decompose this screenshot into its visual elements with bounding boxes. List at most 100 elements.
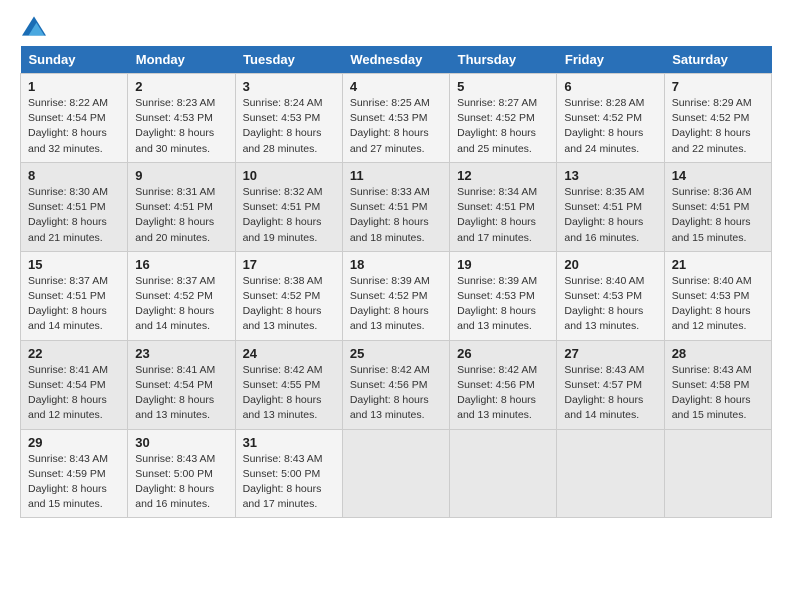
day-number: 19 — [457, 257, 549, 272]
calendar-week-2: 8 Sunrise: 8:30 AMSunset: 4:51 PMDayligh… — [21, 162, 772, 251]
day-header-thursday: Thursday — [450, 46, 557, 74]
day-detail: Sunrise: 8:43 AMSunset: 4:57 PMDaylight:… — [564, 363, 656, 424]
day-number: 16 — [135, 257, 227, 272]
calendar-cell — [557, 429, 664, 518]
day-header-monday: Monday — [128, 46, 235, 74]
day-detail: Sunrise: 8:38 AMSunset: 4:52 PMDaylight:… — [243, 274, 335, 335]
day-detail: Sunrise: 8:29 AMSunset: 4:52 PMDaylight:… — [672, 96, 764, 157]
logo — [20, 16, 46, 36]
day-detail: Sunrise: 8:42 AMSunset: 4:55 PMDaylight:… — [243, 363, 335, 424]
calendar-cell: 3 Sunrise: 8:24 AMSunset: 4:53 PMDayligh… — [235, 74, 342, 163]
day-detail: Sunrise: 8:41 AMSunset: 4:54 PMDaylight:… — [135, 363, 227, 424]
day-number: 24 — [243, 346, 335, 361]
calendar-cell: 11 Sunrise: 8:33 AMSunset: 4:51 PMDaylig… — [342, 162, 449, 251]
calendar-cell: 20 Sunrise: 8:40 AMSunset: 4:53 PMDaylig… — [557, 251, 664, 340]
day-number: 7 — [672, 79, 764, 94]
day-detail: Sunrise: 8:28 AMSunset: 4:52 PMDaylight:… — [564, 96, 656, 157]
day-detail: Sunrise: 8:40 AMSunset: 4:53 PMDaylight:… — [672, 274, 764, 335]
day-detail: Sunrise: 8:39 AMSunset: 4:53 PMDaylight:… — [457, 274, 549, 335]
calendar-cell: 27 Sunrise: 8:43 AMSunset: 4:57 PMDaylig… — [557, 340, 664, 429]
day-number: 18 — [350, 257, 442, 272]
calendar-cell: 17 Sunrise: 8:38 AMSunset: 4:52 PMDaylig… — [235, 251, 342, 340]
day-detail: Sunrise: 8:35 AMSunset: 4:51 PMDaylight:… — [564, 185, 656, 246]
day-number: 17 — [243, 257, 335, 272]
day-number: 14 — [672, 168, 764, 183]
day-detail: Sunrise: 8:30 AMSunset: 4:51 PMDaylight:… — [28, 185, 120, 246]
day-detail: Sunrise: 8:37 AMSunset: 4:51 PMDaylight:… — [28, 274, 120, 335]
calendar-cell: 1 Sunrise: 8:22 AMSunset: 4:54 PMDayligh… — [21, 74, 128, 163]
day-number: 15 — [28, 257, 120, 272]
day-number: 26 — [457, 346, 549, 361]
day-number: 31 — [243, 435, 335, 450]
day-number: 30 — [135, 435, 227, 450]
day-number: 21 — [672, 257, 764, 272]
day-number: 6 — [564, 79, 656, 94]
calendar-cell: 25 Sunrise: 8:42 AMSunset: 4:56 PMDaylig… — [342, 340, 449, 429]
day-detail: Sunrise: 8:43 AMSunset: 4:58 PMDaylight:… — [672, 363, 764, 424]
day-number: 11 — [350, 168, 442, 183]
day-detail: Sunrise: 8:25 AMSunset: 4:53 PMDaylight:… — [350, 96, 442, 157]
calendar-cell: 5 Sunrise: 8:27 AMSunset: 4:52 PMDayligh… — [450, 74, 557, 163]
day-number: 1 — [28, 79, 120, 94]
calendar-cell: 22 Sunrise: 8:41 AMSunset: 4:54 PMDaylig… — [21, 340, 128, 429]
calendar-week-3: 15 Sunrise: 8:37 AMSunset: 4:51 PMDaylig… — [21, 251, 772, 340]
calendar-cell: 19 Sunrise: 8:39 AMSunset: 4:53 PMDaylig… — [450, 251, 557, 340]
day-number: 22 — [28, 346, 120, 361]
day-detail: Sunrise: 8:36 AMSunset: 4:51 PMDaylight:… — [672, 185, 764, 246]
calendar-table: SundayMondayTuesdayWednesdayThursdayFrid… — [20, 46, 772, 518]
calendar-cell: 30 Sunrise: 8:43 AMSunset: 5:00 PMDaylig… — [128, 429, 235, 518]
day-number: 29 — [28, 435, 120, 450]
day-number: 2 — [135, 79, 227, 94]
day-detail: Sunrise: 8:31 AMSunset: 4:51 PMDaylight:… — [135, 185, 227, 246]
calendar-week-5: 29 Sunrise: 8:43 AMSunset: 4:59 PMDaylig… — [21, 429, 772, 518]
calendar-cell: 7 Sunrise: 8:29 AMSunset: 4:52 PMDayligh… — [664, 74, 771, 163]
day-number: 20 — [564, 257, 656, 272]
calendar-cell: 18 Sunrise: 8:39 AMSunset: 4:52 PMDaylig… — [342, 251, 449, 340]
calendar-cell: 16 Sunrise: 8:37 AMSunset: 4:52 PMDaylig… — [128, 251, 235, 340]
calendar-week-1: 1 Sunrise: 8:22 AMSunset: 4:54 PMDayligh… — [21, 74, 772, 163]
day-number: 12 — [457, 168, 549, 183]
day-number: 10 — [243, 168, 335, 183]
day-header-friday: Friday — [557, 46, 664, 74]
day-detail: Sunrise: 8:43 AMSunset: 4:59 PMDaylight:… — [28, 452, 120, 513]
day-number: 5 — [457, 79, 549, 94]
day-detail: Sunrise: 8:32 AMSunset: 4:51 PMDaylight:… — [243, 185, 335, 246]
calendar-cell: 28 Sunrise: 8:43 AMSunset: 4:58 PMDaylig… — [664, 340, 771, 429]
calendar-cell: 21 Sunrise: 8:40 AMSunset: 4:53 PMDaylig… — [664, 251, 771, 340]
calendar-cell: 10 Sunrise: 8:32 AMSunset: 4:51 PMDaylig… — [235, 162, 342, 251]
day-header-wednesday: Wednesday — [342, 46, 449, 74]
day-detail: Sunrise: 8:23 AMSunset: 4:53 PMDaylight:… — [135, 96, 227, 157]
calendar-cell: 29 Sunrise: 8:43 AMSunset: 4:59 PMDaylig… — [21, 429, 128, 518]
calendar-cell — [664, 429, 771, 518]
day-detail: Sunrise: 8:42 AMSunset: 4:56 PMDaylight:… — [457, 363, 549, 424]
calendar-cell: 8 Sunrise: 8:30 AMSunset: 4:51 PMDayligh… — [21, 162, 128, 251]
day-header-saturday: Saturday — [664, 46, 771, 74]
day-detail: Sunrise: 8:33 AMSunset: 4:51 PMDaylight:… — [350, 185, 442, 246]
day-detail: Sunrise: 8:43 AMSunset: 5:00 PMDaylight:… — [135, 452, 227, 513]
calendar-cell: 13 Sunrise: 8:35 AMSunset: 4:51 PMDaylig… — [557, 162, 664, 251]
day-number: 8 — [28, 168, 120, 183]
calendar-cell — [450, 429, 557, 518]
day-detail: Sunrise: 8:37 AMSunset: 4:52 PMDaylight:… — [135, 274, 227, 335]
calendar-cell: 12 Sunrise: 8:34 AMSunset: 4:51 PMDaylig… — [450, 162, 557, 251]
day-detail: Sunrise: 8:41 AMSunset: 4:54 PMDaylight:… — [28, 363, 120, 424]
calendar-cell: 9 Sunrise: 8:31 AMSunset: 4:51 PMDayligh… — [128, 162, 235, 251]
day-detail: Sunrise: 8:24 AMSunset: 4:53 PMDaylight:… — [243, 96, 335, 157]
calendar-cell: 4 Sunrise: 8:25 AMSunset: 4:53 PMDayligh… — [342, 74, 449, 163]
day-header-sunday: Sunday — [21, 46, 128, 74]
day-number: 23 — [135, 346, 227, 361]
day-header-tuesday: Tuesday — [235, 46, 342, 74]
day-number: 27 — [564, 346, 656, 361]
header-row: SundayMondayTuesdayWednesdayThursdayFrid… — [21, 46, 772, 74]
day-detail: Sunrise: 8:40 AMSunset: 4:53 PMDaylight:… — [564, 274, 656, 335]
calendar-cell: 24 Sunrise: 8:42 AMSunset: 4:55 PMDaylig… — [235, 340, 342, 429]
day-number: 4 — [350, 79, 442, 94]
calendar-week-4: 22 Sunrise: 8:41 AMSunset: 4:54 PMDaylig… — [21, 340, 772, 429]
calendar-cell: 23 Sunrise: 8:41 AMSunset: 4:54 PMDaylig… — [128, 340, 235, 429]
day-detail: Sunrise: 8:34 AMSunset: 4:51 PMDaylight:… — [457, 185, 549, 246]
day-detail: Sunrise: 8:39 AMSunset: 4:52 PMDaylight:… — [350, 274, 442, 335]
calendar-cell: 26 Sunrise: 8:42 AMSunset: 4:56 PMDaylig… — [450, 340, 557, 429]
calendar-cell: 2 Sunrise: 8:23 AMSunset: 4:53 PMDayligh… — [128, 74, 235, 163]
calendar-cell — [342, 429, 449, 518]
day-number: 28 — [672, 346, 764, 361]
